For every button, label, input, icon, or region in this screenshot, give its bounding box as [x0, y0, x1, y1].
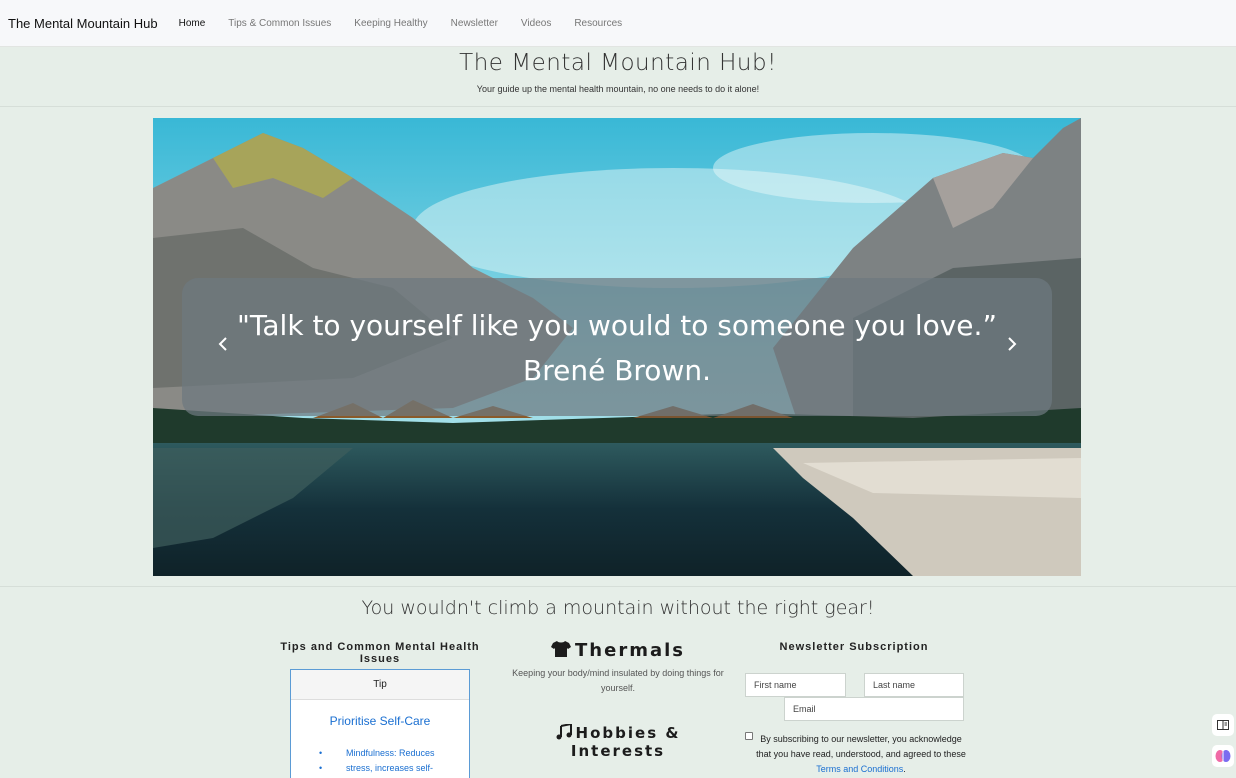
tips-column: Tips and Common Mental Health Issues Tip…: [268, 641, 492, 778]
hero-carousel: "Talk to yourself like you would to some…: [153, 118, 1081, 576]
gear-column: Thermals Keeping your body/mind insulate…: [506, 640, 730, 760]
page-header: The Mental Mountain Hub! Your guide up t…: [0, 47, 1236, 107]
consent-checkbox[interactable]: [745, 732, 753, 740]
hobbies-heading: Hobbies & Interests: [506, 724, 730, 760]
nav-link-videos[interactable]: Videos: [521, 18, 551, 29]
t-shirt-icon: [551, 641, 572, 657]
section-divider: [0, 586, 1236, 587]
list-item[interactable]: Mindfulness: Reduces: [319, 746, 469, 761]
tip-list: Mindfulness: Reduces stress, increases s…: [291, 746, 469, 776]
brain-extension-icon: [1215, 750, 1231, 762]
tip-card-header: Tip: [291, 670, 469, 700]
quote-overlay: "Talk to yourself like you would to some…: [182, 278, 1052, 416]
email-field[interactable]: Email: [784, 697, 964, 721]
tips-heading: Tips and Common Mental Health Issues: [280, 641, 480, 665]
tip-card[interactable]: Tip Prioritise Self-Care Mindfulness: Re…: [290, 669, 470, 778]
nav-link-newsletter[interactable]: Newsletter: [451, 18, 498, 29]
list-item[interactable]: stress, increases self-: [319, 761, 469, 776]
page-title: The Mental Mountain Hub!: [459, 50, 777, 76]
last-name-field[interactable]: Last name: [864, 673, 964, 697]
page-tagline: Your guide up the mental health mountain…: [476, 84, 760, 94]
carousel-prev-button[interactable]: [210, 332, 236, 358]
hobbies-title-line-1: Hobbies &: [575, 724, 681, 742]
tip-card-title[interactable]: Prioritise Self-Care: [291, 714, 469, 728]
nav-link-tips[interactable]: Tips & Common Issues: [228, 18, 331, 29]
carousel-quote-author: Brené Brown.: [523, 354, 711, 387]
nav-link-keeping-healthy[interactable]: Keeping Healthy: [354, 18, 427, 29]
thermals-title: Thermals: [575, 640, 685, 661]
nav-link-resources[interactable]: Resources: [574, 18, 622, 29]
hobbies-title-line-2: Interests: [570, 742, 666, 760]
carousel-next-button[interactable]: [999, 332, 1025, 358]
brain-extension-button[interactable]: [1212, 745, 1234, 767]
chevron-left-icon: [218, 337, 227, 351]
newsletter-heading: Newsletter Subscription: [779, 641, 929, 653]
top-navbar: The Mental Mountain Hub Home Tips & Comm…: [0, 0, 1236, 47]
thermals-heading: Thermals: [506, 640, 730, 661]
music-notes-icon: [556, 724, 572, 740]
consent-text: By subscribing to our newsletter, you ac…: [756, 734, 966, 774]
terms-link[interactable]: Terms and Conditions: [816, 764, 903, 774]
reader-view-icon: [1217, 720, 1229, 730]
first-name-field[interactable]: First name: [745, 673, 846, 697]
navbar-brand[interactable]: The Mental Mountain Hub: [8, 16, 158, 31]
reader-view-button[interactable]: [1212, 714, 1234, 736]
chevron-right-icon: [1008, 337, 1017, 351]
section-title: You wouldn't climb a mountain without th…: [361, 597, 875, 619]
thermals-description: Keeping your body/mind insulated by doin…: [512, 668, 724, 693]
newsletter-column: Newsletter Subscription First name Last …: [742, 641, 966, 774]
nav-link-home[interactable]: Home: [179, 18, 206, 29]
carousel-quote: "Talk to yourself like you would to some…: [237, 309, 997, 342]
